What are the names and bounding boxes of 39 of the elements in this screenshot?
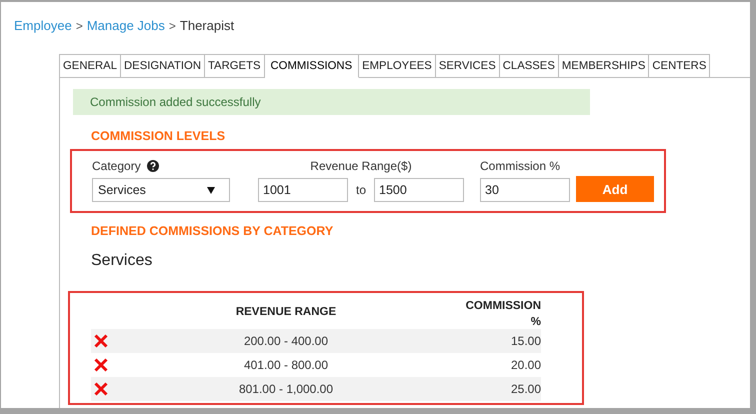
delete-icon[interactable] — [94, 334, 108, 348]
breadcrumb-separator: > — [76, 19, 83, 33]
tab[interactable]: GENERAL — [59, 54, 121, 78]
column-header: COMMISSION % — [464, 299, 541, 330]
tab[interactable]: COMMISSIONS — [264, 54, 360, 78]
range-from-field[interactable]: 1001 — [258, 178, 348, 202]
tab[interactable]: MEMBERSHIPS — [558, 54, 650, 78]
table-cell-text: 401.00 - 800.00 — [242, 358, 330, 372]
section-heading: DEFINED COMMISSIONS BY CATEGORY — [91, 224, 334, 238]
category-select[interactable]: Services — [92, 178, 230, 202]
range-to-field[interactable]: 1500 — [374, 178, 464, 202]
revenue-range-label: Revenue Range($) — [309, 159, 413, 173]
table-cell-text: 25.00 — [510, 382, 541, 396]
tab[interactable]: TARGETS — [205, 54, 265, 78]
table-cell-text: 200.00 - 400.00 — [242, 334, 330, 348]
tab[interactable]: DESIGNATION — [121, 54, 205, 78]
tab[interactable]: CLASSES — [500, 54, 559, 78]
category-title: Services — [91, 252, 154, 270]
delete-icon[interactable] — [94, 358, 108, 372]
commission-label: Commission % — [480, 159, 562, 173]
caret-icon — [207, 186, 215, 194]
breadcrumb-link[interactable]: Employee — [14, 18, 72, 33]
column-header: REVENUE RANGE — [234, 306, 338, 320]
commission-field[interactable]: 30 — [480, 178, 570, 202]
table-cell-text: 15.00 — [510, 334, 541, 348]
success-alert: Commission added successfully — [73, 89, 590, 115]
breadcrumb-current: Therapist — [180, 18, 234, 33]
tab[interactable]: EMPLOYEES — [359, 54, 436, 78]
table-cell-text: 801.00 - 1,000.00 — [238, 382, 334, 396]
category-label: Category — [92, 159, 141, 173]
section-heading: COMMISSION LEVELS — [91, 129, 226, 143]
breadcrumb-separator: > — [168, 19, 176, 33]
table-cell-text: 20.00 — [510, 358, 541, 372]
tab[interactable]: SERVICES — [436, 54, 500, 78]
breadcrumb-link[interactable]: Manage Jobs — [86, 18, 165, 33]
tab[interactable]: CENTERS — [649, 54, 710, 78]
range-separator: to — [356, 183, 366, 197]
delete-icon[interactable] — [94, 382, 108, 396]
help-icon[interactable] — [146, 160, 159, 172]
